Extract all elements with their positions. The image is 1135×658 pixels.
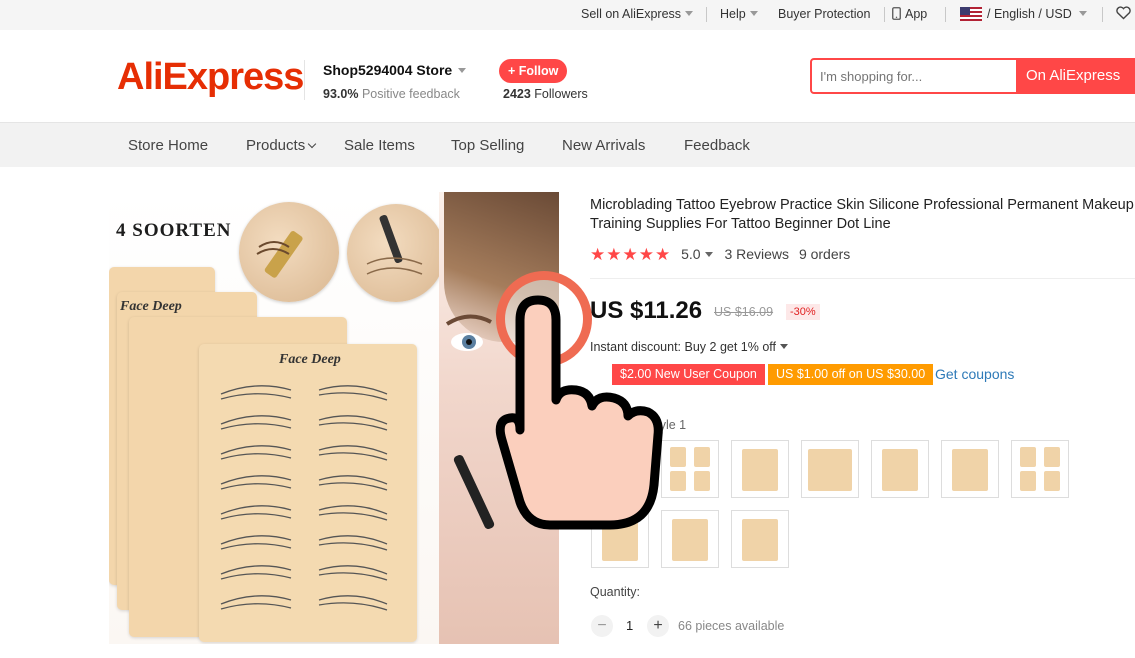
color-swatch[interactable]: [731, 510, 789, 568]
image-heading: 4 SOORTEN: [116, 220, 232, 241]
pen-hand-icon: [366, 214, 423, 275]
language-label: / English /: [987, 7, 1042, 21]
swatch-thumbnail: [1020, 471, 1036, 491]
positive-feedback-percent: 93.0%: [323, 87, 359, 101]
rating-value[interactable]: 5.0: [681, 246, 713, 262]
swatch-thumbnail: [670, 471, 686, 491]
nav-store-home[interactable]: Store Home: [128, 137, 208, 154]
swatch-thumbnail: [672, 519, 708, 561]
color-swatch[interactable]: [1011, 440, 1069, 498]
chevron-down-icon: [749, 11, 758, 16]
pieces-available: 66 pieces available: [678, 619, 785, 633]
search-box: On AliExpress: [810, 58, 1135, 94]
drawing-photo-circle: [347, 204, 445, 302]
original-price: US $16.09: [714, 305, 774, 319]
nav-products-label: Products: [246, 137, 306, 154]
buyer-protection-link[interactable]: Buyer Protection: [778, 7, 870, 21]
reviews-link[interactable]: 3 Reviews: [724, 246, 789, 262]
tool-photo-circle: [239, 202, 339, 302]
quantity-label: Quantity:: [590, 585, 641, 599]
eyebrow-guides: [220, 385, 388, 611]
nav-products[interactable]: Products: [246, 137, 317, 154]
divider: [304, 60, 305, 100]
swatch-thumbnail: [1044, 471, 1060, 491]
swatch-thumbnail: [742, 449, 778, 491]
followers-count: 2423 Followers: [503, 87, 588, 101]
orders-count: 9 orders: [798, 246, 851, 262]
nav-new-arrivals[interactable]: New Arrivals: [562, 137, 645, 154]
store-nav: Store Home Products Sale Items Top Selli…: [0, 122, 1135, 167]
sell-label: Sell on AliExpress: [581, 7, 682, 21]
color-swatch[interactable]: [801, 440, 859, 498]
nav-top-selling[interactable]: Top Selling: [451, 137, 524, 154]
discount-badge: -30%: [786, 304, 820, 320]
swatch-thumbnail: [1044, 447, 1060, 467]
store-name-link[interactable]: Shop5294004 Store: [323, 62, 467, 78]
swatch-thumbnail: [694, 471, 710, 491]
us-flag-icon: [960, 7, 982, 21]
followers-label: Followers: [534, 87, 588, 101]
quantity-input[interactable]: 1: [626, 618, 633, 633]
swatch-thumbnail: [742, 519, 778, 561]
practice-skin-front-sheet: Face Deep: [199, 344, 417, 642]
quantity-increase-button[interactable]: +: [647, 615, 669, 637]
store-name-label: Shop5294004 Store: [323, 62, 453, 78]
microblade-pen-icon: [256, 231, 303, 278]
search-button[interactable]: On AliExpress: [1016, 58, 1133, 94]
heart-icon: [1116, 6, 1131, 20]
swatch-thumbnail: [670, 447, 686, 467]
nav-sale-items[interactable]: Sale Items: [344, 137, 415, 154]
help-link[interactable]: Help: [720, 7, 758, 21]
app-label: App: [905, 7, 928, 21]
top-utility-bar: Sell on AliExpress Help Buyer Protection…: [0, 0, 1135, 30]
brand-label: Face Deep: [120, 299, 182, 314]
rating-row: ★★★★★ 5.0 3 Reviews 9 orders: [590, 245, 850, 265]
store-feedback: 93.0% Positive feedback: [323, 87, 460, 101]
color-swatch[interactable]: [941, 440, 999, 498]
color-swatch[interactable]: [731, 440, 789, 498]
rating-number: 5.0: [681, 246, 701, 262]
currency-label: USD: [1045, 7, 1072, 21]
nav-feedback[interactable]: Feedback: [684, 137, 750, 154]
swatch-thumbnail: [952, 449, 988, 491]
store-header: AliExpress Shop5294004 Store 93.0% Posit…: [0, 36, 1135, 122]
chevron-down-icon: [704, 252, 713, 257]
aliexpress-logo[interactable]: AliExpress: [117, 56, 304, 99]
search-input[interactable]: [820, 66, 1020, 86]
wishlist-link[interactable]: [1116, 6, 1131, 23]
language-currency-selector[interactable]: / English / USD: [960, 7, 1087, 21]
chevron-down-icon: [1078, 11, 1087, 16]
app-link[interactable]: App: [892, 7, 927, 21]
store-coupon[interactable]: US $1.00 off on US $30.00: [768, 364, 934, 385]
divider: [884, 7, 885, 22]
tap-hand-icon: [495, 295, 663, 530]
followers-number: 2423: [503, 87, 531, 101]
swatch-thumbnail: [694, 447, 710, 467]
swatch-thumbnail: [882, 449, 918, 491]
divider: [945, 7, 946, 22]
divider: [1102, 7, 1103, 22]
color-swatch[interactable]: [871, 440, 929, 498]
positive-feedback-label: Positive feedback: [361, 87, 460, 101]
divider: [706, 7, 707, 22]
chevron-down-icon: [780, 344, 788, 349]
follow-button[interactable]: + Follow: [499, 59, 568, 83]
quantity-decrease-button[interactable]: −: [591, 615, 613, 637]
help-label: Help: [720, 7, 746, 21]
star-rating-icon: ★★★★★: [590, 245, 672, 264]
swatch-thumbnail: [1020, 447, 1036, 467]
phone-icon: [892, 7, 901, 20]
chevron-down-icon: [458, 68, 467, 73]
swatch-thumbnail: [808, 449, 852, 491]
chevron-down-icon: [307, 139, 317, 149]
get-coupons-link[interactable]: Get coupons: [935, 366, 1014, 382]
sell-on-aliexpress-link[interactable]: Sell on AliExpress: [581, 7, 694, 21]
chevron-down-icon: [685, 11, 694, 16]
divider: [590, 278, 1135, 279]
brand-label: Face Deep: [279, 352, 341, 367]
product-title: Microblading Tattoo Eyebrow Practice Ski…: [590, 197, 1134, 232]
